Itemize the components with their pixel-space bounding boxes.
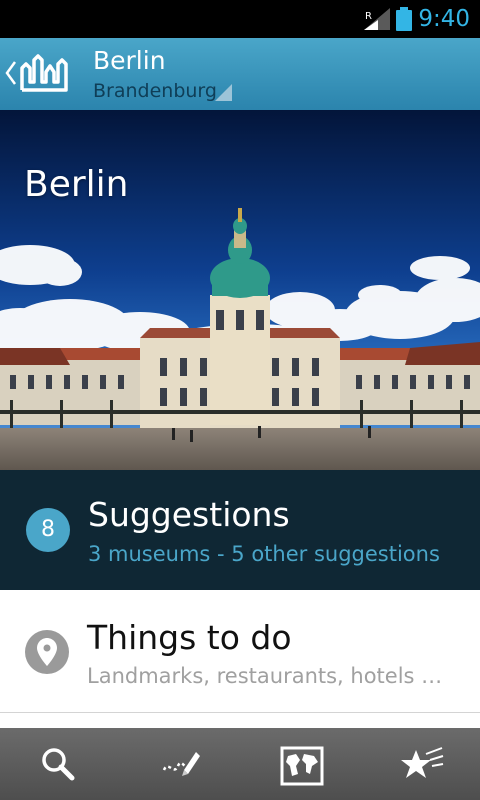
things-to-do-subtitle: Landmarks, restaurants, hotels … <box>87 664 443 688</box>
search-icon <box>42 748 75 781</box>
hero-title: Berlin <box>24 164 129 205</box>
battery-icon <box>396 7 412 31</box>
search-button[interactable] <box>0 728 120 800</box>
things-to-do-card[interactable]: Things to do Landmarks, restaurants, hot… <box>0 590 480 713</box>
favorites-button[interactable] <box>360 728 480 800</box>
status-time: 9:40 <box>418 6 470 32</box>
action-bar-title[interactable]: Berlin <box>93 44 166 78</box>
city-skyline-logo-icon[interactable] <box>20 54 70 94</box>
suggestions-subtitle: 3 museums - 5 other suggestions <box>88 542 440 566</box>
roaming-indicator: R <box>365 11 372 22</box>
notes-button[interactable] <box>120 728 240 800</box>
hero-image[interactable]: Berlin <box>0 110 480 470</box>
spinner-indicator-icon[interactable] <box>215 84 232 101</box>
favorites-star-icon <box>401 747 444 778</box>
action-bar: Berlin Brandenburg <box>0 38 480 111</box>
action-bar-subtitle[interactable]: Brandenburg <box>93 79 217 103</box>
bottom-bar <box>0 728 480 800</box>
map-button[interactable] <box>240 728 360 800</box>
suggestions-title: Suggestions <box>88 495 290 534</box>
signal-icon: R <box>364 8 390 30</box>
status-bar: R 9:40 <box>0 0 480 38</box>
things-to-do-title: Things to do <box>87 618 292 657</box>
location-pin-icon <box>25 630 69 674</box>
suggestions-card[interactable]: 8 Suggestions 3 museums - 5 other sugges… <box>0 470 480 590</box>
back-chevron-icon[interactable] <box>4 60 18 86</box>
suggestions-count-badge: 8 <box>26 508 70 552</box>
world-map-icon <box>280 746 324 786</box>
edit-notes-icon <box>162 752 200 776</box>
